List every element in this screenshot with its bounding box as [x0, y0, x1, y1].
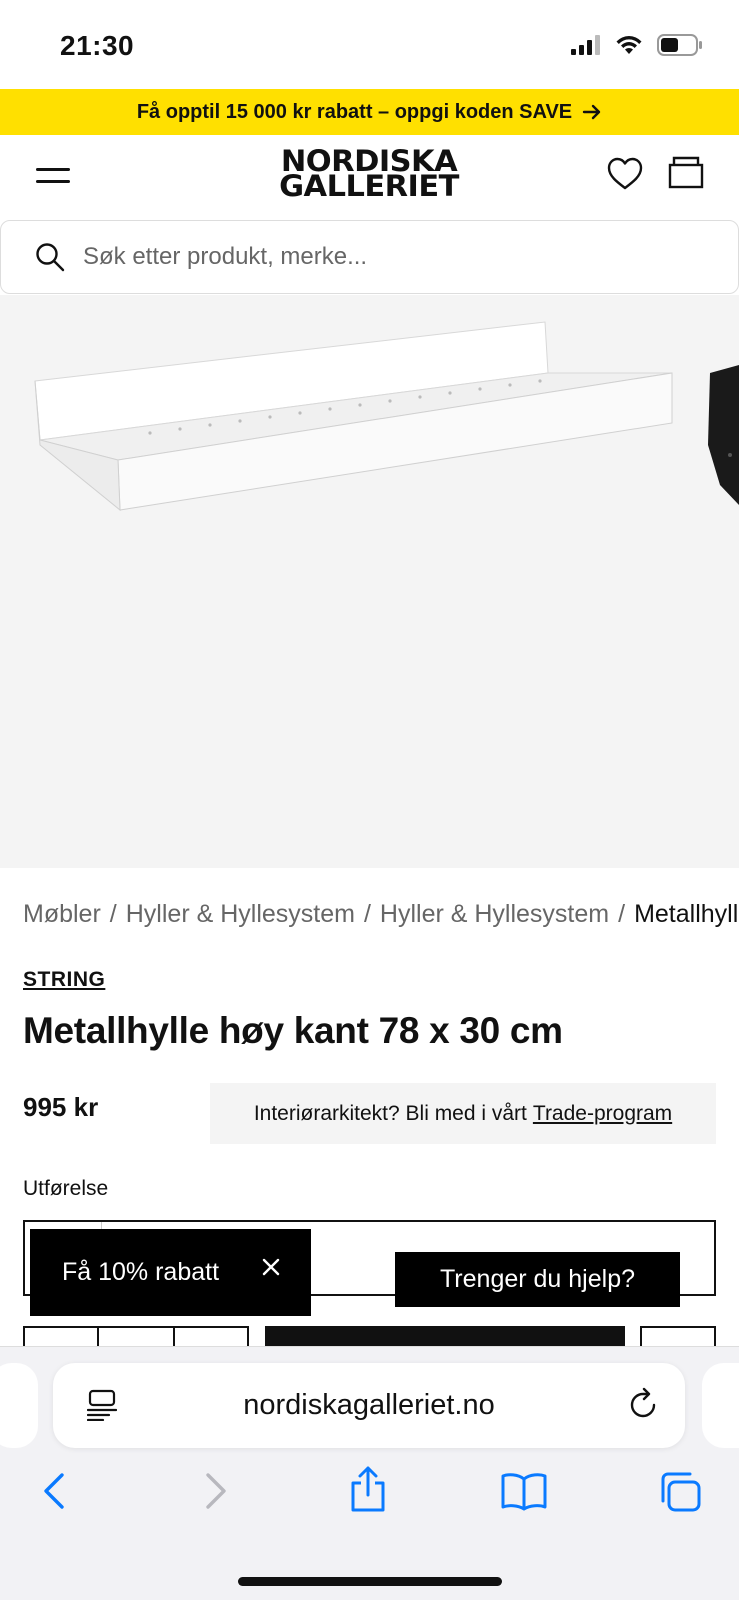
wishlist-heart-icon[interactable] — [607, 157, 643, 191]
product-price: 995 kr — [23, 1092, 99, 1122]
breadcrumb-item[interactable]: Hyller & Hyllesystem — [126, 900, 355, 928]
trade-program-link[interactable]: Trade-program — [533, 1102, 672, 1126]
arrow-right-icon — [582, 104, 601, 120]
trade-text: Interiørarkitekt? Bli med i vårt — [253, 1101, 527, 1125]
discount-popup[interactable]: Få 10% rabatt — [30, 1229, 311, 1316]
battery-icon — [657, 34, 702, 56]
address-bar[interactable]: nordiskagalleriet.no — [53, 1363, 685, 1448]
product-image-gallery[interactable] — [0, 295, 739, 868]
browser-bottom-bar: nordiskagalleriet.no — [0, 1346, 739, 1600]
previous-tab-preview[interactable] — [0, 1363, 38, 1448]
variant-label: Utførelse — [23, 1177, 109, 1200]
add-to-wishlist-button[interactable] — [640, 1326, 716, 1346]
status-icons — [571, 34, 703, 56]
wifi-icon — [616, 36, 642, 54]
quantity-increase-button[interactable] — [173, 1326, 249, 1346]
close-icon[interactable] — [261, 1257, 281, 1277]
breadcrumb: Møbler / Hyller & Hyllesystem / Hyller & Hyl… — [23, 900, 739, 929]
promo-banner[interactable]: Få opptil 15 000 kr rabatt – oppgi koden… — [0, 89, 739, 135]
trade-program-banner: Interiørarkitekt? Bli med i vårt Trade-p… — [210, 1083, 716, 1144]
browser-toolbar — [0, 1466, 739, 1531]
promo-text: Få opptil 15 000 kr rabatt – oppgi koden… — [136, 100, 573, 123]
breadcrumb-item[interactable]: Hyller & Hyllesystem — [380, 900, 609, 928]
status-bar: 21:30 — [0, 0, 739, 89]
breadcrumb-separator: / — [618, 900, 626, 928]
add-to-cart-button[interactable] — [265, 1326, 625, 1346]
cellular-signal-icon — [571, 35, 600, 55]
menu-icon[interactable] — [36, 165, 70, 187]
breadcrumb-current: Metallhylle høy kant 78 x 30 cm — [634, 900, 739, 928]
product-brand-link[interactable]: STRING — [23, 968, 105, 992]
breadcrumb-separator: / — [109, 900, 117, 928]
breadcrumb-item[interactable]: Møbler — [23, 900, 101, 928]
bookmarks-icon[interactable] — [500, 1471, 548, 1511]
address-bar-url: nordiskagalleriet.no — [243, 1389, 495, 1421]
search-input[interactable] — [83, 243, 643, 271]
forward-icon[interactable] — [200, 1471, 230, 1511]
back-icon[interactable] — [40, 1471, 70, 1511]
breadcrumb-separator: / — [363, 900, 371, 928]
home-indicator — [238, 1577, 502, 1586]
site-header: NORDISKA GALLERIET — [0, 135, 739, 219]
product-image-shelf — [34, 321, 739, 512]
tabs-icon[interactable] — [658, 1471, 702, 1513]
search-bar[interactable] — [0, 220, 739, 294]
cart-bag-icon[interactable] — [668, 155, 704, 189]
page-menu-icon[interactable] — [87, 1389, 117, 1421]
discount-popup-text: Få 10% rabatt — [62, 1258, 220, 1286]
share-icon[interactable] — [348, 1465, 388, 1513]
next-tab-preview[interactable] — [702, 1363, 739, 1448]
status-time: 21:30 — [60, 30, 135, 61]
reload-icon[interactable] — [627, 1387, 659, 1421]
help-chat-button[interactable]: Trenger du hjelp? — [395, 1252, 680, 1307]
quantity-decrease-button[interactable] — [23, 1326, 99, 1346]
site-logo[interactable]: NORDISKA GALLERIET — [248, 147, 490, 201]
quantity-value[interactable] — [97, 1326, 175, 1346]
product-title: Metallhylle høy kant 78 x 30 cm — [23, 1010, 563, 1051]
search-icon — [36, 243, 65, 272]
